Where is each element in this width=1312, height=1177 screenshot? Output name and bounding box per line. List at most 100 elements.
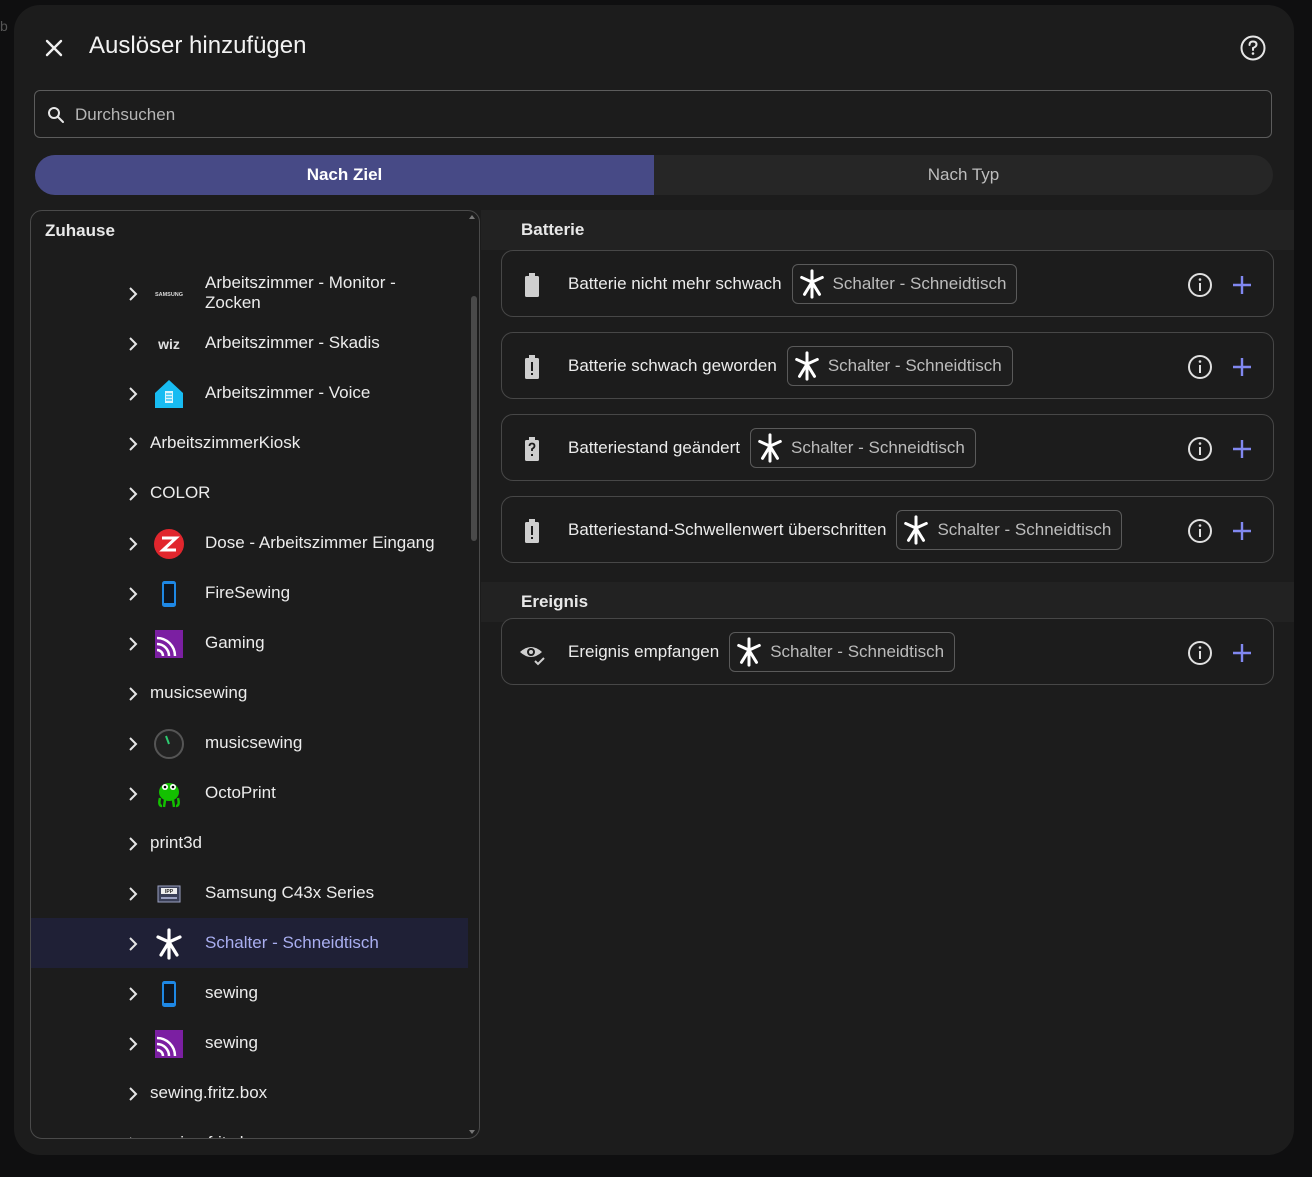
scrollbar-thumb[interactable] [471, 296, 477, 541]
tree-item[interactable]: FireSewing [31, 568, 468, 618]
background-text: b [0, 18, 8, 34]
chevron-right-icon [129, 737, 138, 751]
tree-item[interactable]: print3d [31, 818, 468, 868]
tree-item-label: COLOR [150, 483, 211, 502]
chevron-right-icon [129, 887, 138, 901]
add-icon[interactable] [1229, 640, 1255, 666]
svg-text:IPP: IPP [165, 889, 174, 895]
tree-item[interactable]: COLOR [31, 468, 468, 518]
trigger-label: Batteriestand geändert [568, 437, 741, 457]
battery-alert-icon [525, 355, 539, 379]
tree-item[interactable]: IPP Samsung C43x Series [31, 868, 468, 918]
tree-item-label: sewing.fritz.box [150, 1083, 268, 1102]
trigger-label: Ereignis empfangen [568, 641, 720, 661]
trigger-card[interactable]: Batteriestand-Schwellenwert überschritte… [501, 496, 1274, 563]
tab-by-type[interactable]: Nach Typ [654, 155, 1273, 195]
zigbee-icon [799, 268, 824, 299]
chevron-right-icon [129, 487, 138, 501]
tree-item-label: Gaming [205, 633, 265, 652]
gauge-icon [153, 728, 185, 760]
battery-unknown-icon [525, 437, 539, 461]
close-icon [45, 39, 63, 57]
tree-item-label: sewing [205, 1033, 258, 1052]
chevron-right-icon [129, 587, 138, 601]
tab-by-target[interactable]: Nach Ziel [35, 155, 654, 195]
battery-alert-icon [525, 519, 539, 543]
tree-item[interactable]: sewing.fritz.box [31, 1068, 468, 1118]
eye-check-icon [520, 647, 545, 666]
dialog-title: Auslöser hinzufügen [89, 32, 307, 59]
trigger-card[interactable]: Batterie schwach geworden Schalter - Sch… [501, 332, 1274, 399]
zigbee-icon [904, 514, 929, 545]
add-icon[interactable] [1229, 354, 1255, 380]
zwave-icon [153, 528, 185, 560]
target-chip: Schalter - Schneidtisch [791, 263, 1018, 304]
add-icon[interactable] [1229, 436, 1255, 462]
tree-item[interactable]: musicsewing [31, 718, 468, 768]
scroll-up-arrow[interactable] [469, 215, 475, 219]
octoprint-icon [153, 778, 185, 810]
target-tree-panel[interactable]: Zuhause SAMSUNG Arbeitszimmer - Monitor … [30, 210, 480, 1139]
target-chip: Schalter - Schneidtisch [729, 631, 956, 672]
chevron-right-icon [129, 337, 138, 351]
trigger-label: Batterie schwach geworden [568, 355, 777, 375]
tab-bar: Nach Ziel Nach Typ [35, 155, 1273, 195]
tree-item[interactable]: wiz Arbeitszimmer - Skadis [31, 318, 468, 368]
tree-item[interactable]: SAMSUNG Arbeitszimmer - Monitor - Zocken [31, 268, 468, 318]
add-icon[interactable] [1229, 518, 1255, 544]
tree-item[interactable]: ArbeitszimmerKiosk [31, 418, 468, 468]
cast-icon [153, 1028, 185, 1060]
chevron-right-icon [130, 1137, 132, 1138]
tree-item-label: Samsung C43x Series [205, 883, 375, 902]
info-icon[interactable] [1187, 354, 1213, 380]
dialog-header: Auslöser hinzufügen [14, 5, 1294, 89]
chevron-right-icon [129, 787, 138, 801]
trigger-card[interactable]: Batteriestand geändert Schalter - Schnei… [501, 414, 1274, 481]
cast-icon [153, 628, 185, 660]
add-icon[interactable] [1229, 272, 1255, 298]
target-chip: Schalter - Schneidtisch [786, 345, 1013, 386]
tree-item[interactable]: sewing [31, 1018, 468, 1068]
trigger-card[interactable]: Ereignis empfangen Schalter - Schneidtis… [501, 618, 1274, 685]
zigbee-icon [758, 432, 782, 463]
tree-item[interactable]: Arbeitszimmer - Voice [31, 368, 468, 418]
zigbee-icon [795, 350, 819, 381]
tree-item[interactable]: musicsewing [31, 668, 468, 718]
tree-header: Zuhause [45, 221, 115, 240]
tree-item-label: OctoPrint [205, 783, 276, 802]
chip-label: Schalter - Schneidtisch [791, 437, 965, 457]
home-assistant-icon [153, 378, 185, 410]
tree-item[interactable]: sewing.fritz.box [31, 1118, 468, 1138]
info-icon[interactable] [1187, 518, 1213, 544]
tree-item-label: Dose - Arbeitszimmer Eingang [205, 533, 435, 552]
scroll-down-arrow[interactable] [469, 1130, 475, 1134]
phone-icon [153, 578, 185, 610]
chevron-right-icon [129, 937, 138, 951]
battery-full-icon [525, 273, 539, 297]
info-icon[interactable] [1187, 272, 1213, 298]
tree-item-label: musicsewing [205, 733, 303, 752]
zigbee-icon [737, 636, 762, 667]
tree-item-label: print3d [150, 833, 202, 852]
search-input[interactable] [73, 91, 1257, 139]
tree-item[interactable]: Dose - Arbeitszimmer Eingang [31, 518, 468, 568]
target-chip: Schalter - Schneidtisch [896, 509, 1123, 550]
close-button[interactable] [38, 32, 70, 64]
chip-label: Schalter - Schneidtisch [770, 641, 945, 661]
tree-item[interactable]: OctoPrint [31, 768, 468, 818]
chevron-right-icon [129, 837, 138, 851]
search-field [34, 90, 1272, 139]
samsung-logo-icon: SAMSUNG [153, 278, 185, 310]
tree-item[interactable]: sewing [31, 968, 468, 1018]
svg-text:wiz: wiz [157, 336, 180, 352]
tree-item-selected[interactable]: Schalter - Schneidtisch [31, 918, 468, 968]
trigger-card[interactable]: Batterie nicht mehr schwach Schalter - S… [501, 250, 1274, 317]
chevron-right-icon [129, 387, 138, 401]
target-chip: Schalter - Schneidtisch [750, 427, 976, 468]
info-icon[interactable] [1187, 640, 1213, 666]
info-icon[interactable] [1187, 436, 1213, 462]
help-button[interactable] [1238, 33, 1268, 63]
chevron-right-icon [129, 287, 138, 301]
chevron-right-icon [129, 687, 138, 701]
tree-item[interactable]: Gaming [31, 618, 468, 668]
